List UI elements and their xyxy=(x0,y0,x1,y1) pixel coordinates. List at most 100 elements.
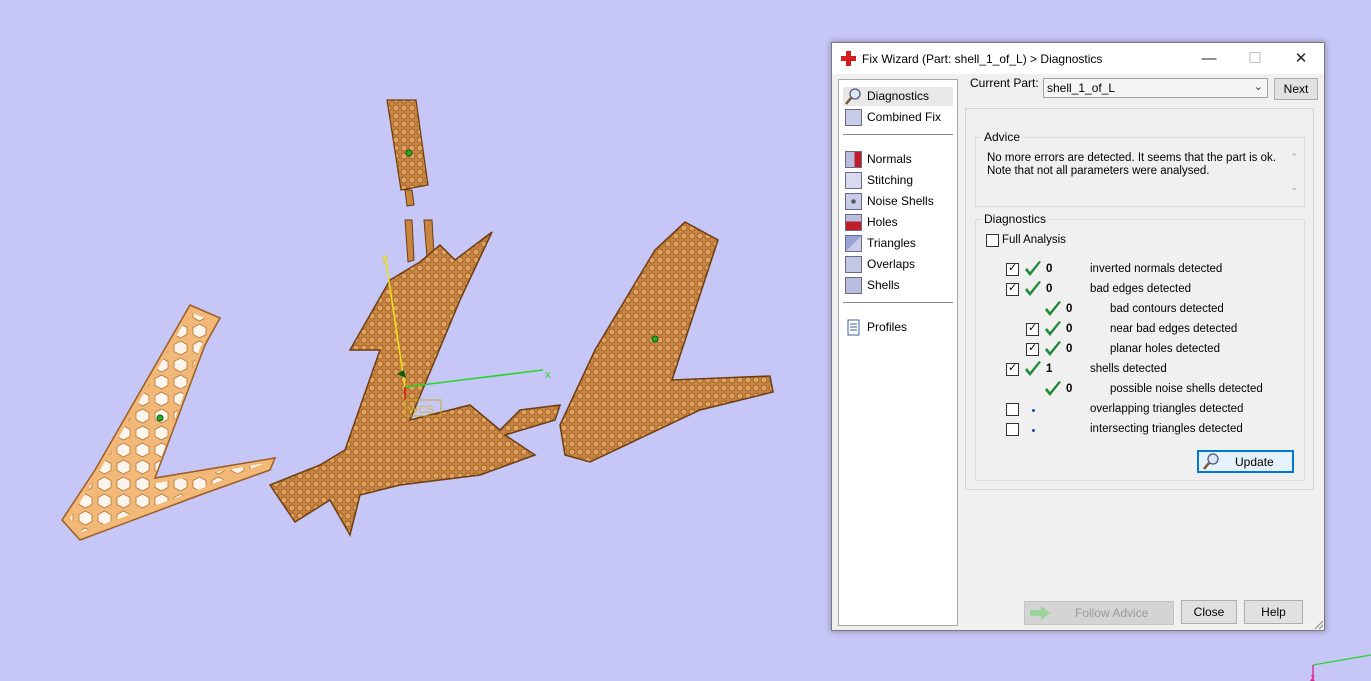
nav-item-label: Triangles xyxy=(867,236,916,250)
nav-item-label: Shells xyxy=(867,278,900,292)
nav-item-triangles[interactable]: Triangles xyxy=(843,234,953,253)
advice-title: Advice xyxy=(982,130,1023,144)
advice-group: Advice No more errors are detected. It s… xyxy=(975,130,1305,207)
dotted-l-part[interactable] xyxy=(559,221,774,463)
triangles-cube-icon xyxy=(845,235,862,252)
nav-divider xyxy=(843,134,953,135)
current-part-select[interactable]: shell_1_of_L ⌄ xyxy=(1043,78,1268,98)
row-label: shells detected xyxy=(1090,363,1167,375)
nav-item-label: Stitching xyxy=(867,173,914,187)
axis-x-label: x xyxy=(545,369,551,381)
current-part-value: shell_1_of_L xyxy=(1047,81,1116,95)
follow-advice-label: Follow Advice xyxy=(1075,606,1149,620)
document-icon xyxy=(847,319,860,336)
wizard-nav: Diagnostics Combined Fix Normals Stitchi… xyxy=(838,79,958,626)
nav-item-label: Normals xyxy=(867,152,912,166)
row-checkbox[interactable] xyxy=(1006,361,1019,376)
scroll-down-icon[interactable]: ⌄ xyxy=(1290,182,1298,193)
row-label: inverted normals detected xyxy=(1090,263,1223,275)
nav-item-noise-shells[interactable]: Noise Shells xyxy=(843,192,953,211)
nav-item-stitching[interactable]: Stitching xyxy=(843,171,953,190)
chevron-down-icon: ⌄ xyxy=(1253,81,1263,93)
row-count: 0 xyxy=(1046,283,1053,295)
nav-item-diagnostics[interactable]: Diagnostics xyxy=(843,87,953,106)
nav-item-profiles[interactable]: Profiles xyxy=(843,318,953,337)
row-count: 0 xyxy=(1066,323,1073,335)
row-count: 0 xyxy=(1066,383,1073,395)
row-count: 1 xyxy=(1046,363,1053,375)
nav-item-normals[interactable]: Normals xyxy=(843,150,953,169)
row-label: bad edges detected xyxy=(1090,283,1192,295)
nav-item-combined-fix[interactable]: Combined Fix xyxy=(843,108,953,127)
row-checkbox[interactable] xyxy=(1006,423,1019,436)
nav-divider xyxy=(843,302,953,303)
nav-item-label: Diagnostics xyxy=(867,89,930,103)
diagnostics-title: Diagnostics xyxy=(982,212,1049,226)
green-check-icon xyxy=(1045,321,1061,336)
maximize-button[interactable]: ☐ xyxy=(1232,43,1278,74)
green-check-icon xyxy=(1025,261,1041,276)
row-count: 0 xyxy=(1046,263,1053,275)
advice-text: No more errors are detected. It seems th… xyxy=(987,152,1277,178)
close-window-button[interactable]: ✕ xyxy=(1278,43,1324,74)
full-analysis-checkbox[interactable] xyxy=(986,234,999,247)
close-button[interactable]: Close xyxy=(1181,600,1237,624)
diagnostics-group: Diagnostics Full Analysis 0 inverted norm… xyxy=(975,212,1305,481)
fix-wizard-dialog: Fix Wizard (Part: shell_1_of_L) > Diagno… xyxy=(831,42,1325,631)
green-check-icon xyxy=(1045,301,1061,316)
row-checkbox[interactable] xyxy=(1006,261,1019,276)
next-button[interactable]: Next xyxy=(1274,78,1318,100)
row-count: 0 xyxy=(1066,343,1073,355)
red-cross-icon xyxy=(841,51,856,66)
resize-grip-icon[interactable] xyxy=(1313,619,1323,629)
shells-cube-icon xyxy=(845,277,862,294)
stitching-cube-icon xyxy=(845,172,862,189)
rod-part[interactable] xyxy=(386,99,435,263)
green-check-icon xyxy=(1025,361,1041,376)
normals-cube-icon xyxy=(845,151,862,168)
advice-line-1: No more errors are detected. It seems th… xyxy=(987,152,1276,164)
row-label: near bad edges detected xyxy=(1110,323,1238,335)
advice-line-2: Note that not all parameters were analys… xyxy=(987,165,1210,177)
nav-item-label: Combined Fix xyxy=(867,110,942,124)
full-analysis-label: Full Analysis xyxy=(1002,234,1066,246)
update-button[interactable]: Update xyxy=(1197,450,1294,473)
axis-y-label: y xyxy=(382,253,388,265)
cube-icon xyxy=(845,109,862,126)
follow-advice-button[interactable]: Follow Advice xyxy=(1024,601,1174,625)
honeycomb-l-part[interactable] xyxy=(61,304,277,541)
row-checkbox[interactable] xyxy=(1026,321,1039,336)
pending-dot-icon xyxy=(1032,429,1035,432)
row-label: planar holes detected xyxy=(1110,343,1220,355)
arrow-right-icon xyxy=(1030,606,1050,620)
title-bar[interactable]: Fix Wizard (Part: shell_1_of_L) > Diagno… xyxy=(832,43,1324,74)
green-check-icon xyxy=(1045,341,1061,356)
green-check-icon xyxy=(1045,381,1061,396)
update-label: Update xyxy=(1235,455,1274,469)
holes-cube-icon xyxy=(845,214,862,231)
nav-item-shells[interactable]: Shells xyxy=(843,276,953,295)
row-checkbox[interactable] xyxy=(1006,281,1019,296)
wcs-label: WCS xyxy=(408,404,434,416)
magnifier-icon xyxy=(845,88,861,105)
row-label: bad contours detected xyxy=(1110,303,1224,315)
row-checkbox[interactable] xyxy=(1026,341,1039,356)
row-checkbox[interactable] xyxy=(1006,403,1019,416)
nav-item-holes[interactable]: Holes xyxy=(843,213,953,232)
row-label: possible noise shells detected xyxy=(1110,383,1263,395)
nav-item-label: Profiles xyxy=(867,320,908,334)
row-label: overlapping triangles detected xyxy=(1090,403,1244,415)
nav-item-label: Noise Shells xyxy=(867,194,934,208)
green-check-icon xyxy=(1025,281,1041,296)
minimize-button[interactable]: — xyxy=(1186,43,1232,74)
jagged-l-part[interactable] xyxy=(268,231,562,537)
nav-item-overlaps[interactable]: Overlaps xyxy=(843,255,953,274)
corner-axis-triad: z xyxy=(1310,654,1371,681)
diagnostics-pane: Advice No more errors are detected. It s… xyxy=(965,108,1314,490)
current-part-label: Current Part: xyxy=(970,76,1039,90)
help-button[interactable]: Help xyxy=(1244,600,1303,624)
row-label: intersecting triangles detected xyxy=(1090,423,1243,435)
nav-item-label: Overlaps xyxy=(867,257,916,271)
pending-dot-icon xyxy=(1032,409,1035,412)
scroll-up-icon[interactable]: ⌃ xyxy=(1290,152,1298,163)
